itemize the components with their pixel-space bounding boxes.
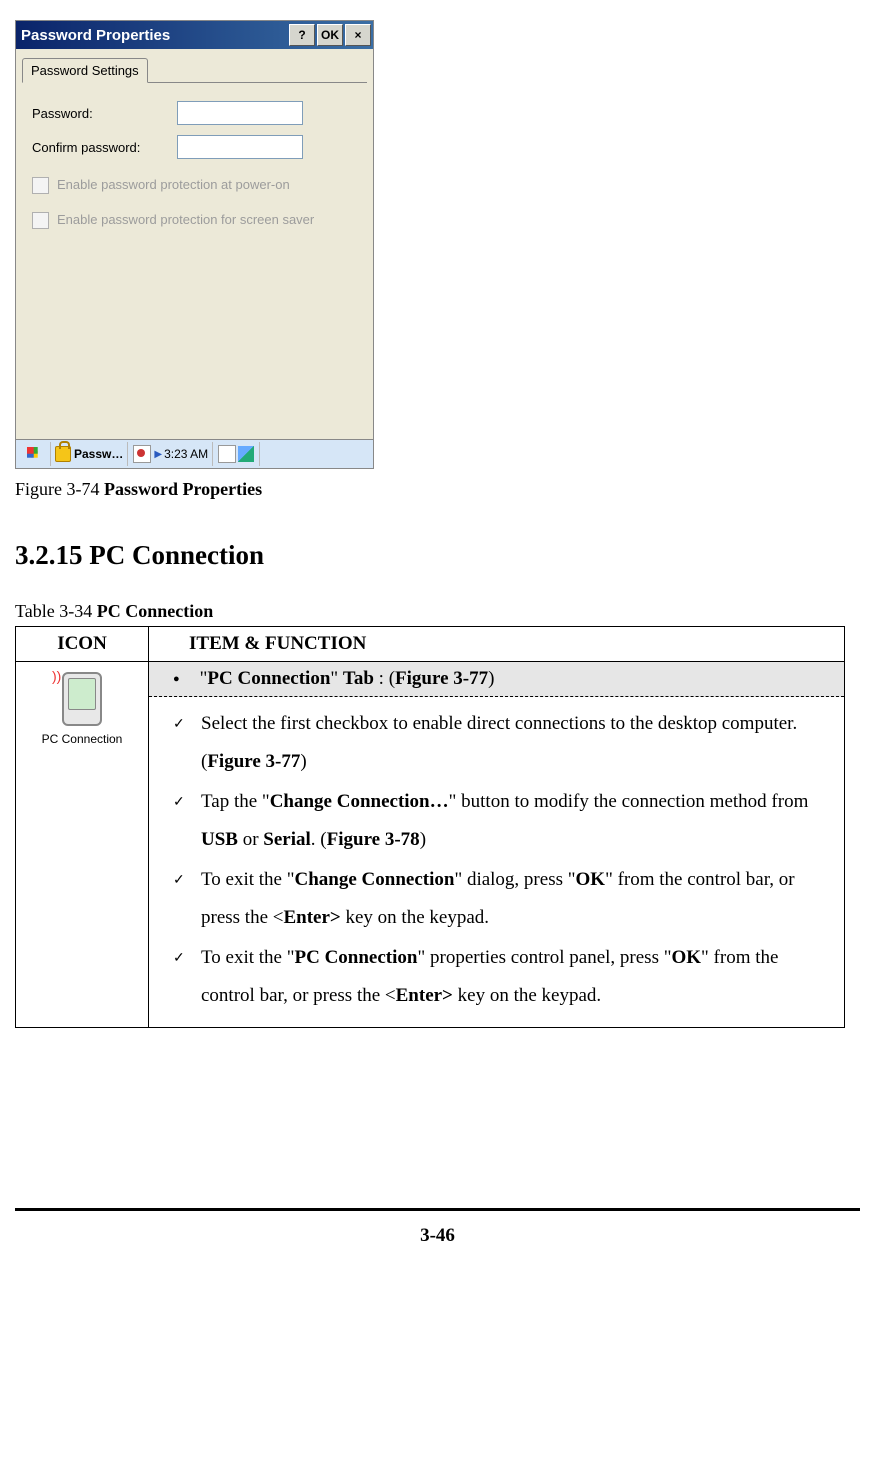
start-button[interactable] [18, 442, 51, 466]
list-item-text: Select the first checkbox to enable dire… [201, 705, 828, 781]
figure-caption-title: Password Properties [104, 479, 262, 499]
check-mark-icon: ✓ [173, 783, 201, 859]
icon-label: PC Connection [17, 732, 147, 746]
tab-password-settings[interactable]: Password Settings [22, 58, 148, 83]
taskbar-clock: 3:23 AM [164, 447, 208, 461]
tray-icon-3 [238, 446, 254, 462]
list-item-text: To exit the "Change Connection" dialog, … [201, 861, 828, 937]
tray-icon-1 [133, 445, 151, 463]
ok-button[interactable]: OK [317, 24, 343, 46]
function-list: ✓Select the first checkbox to enable dir… [149, 697, 844, 1027]
confirm-password-input[interactable] [177, 135, 303, 159]
password-input[interactable] [177, 101, 303, 125]
check-mark-icon: ✓ [173, 705, 201, 781]
check-mark-icon: ✓ [173, 939, 201, 1015]
list-item: ✓To exit the "Change Connection" dialog,… [173, 861, 828, 937]
pda-icon: )) [62, 672, 102, 726]
help-button[interactable]: ? [289, 24, 315, 46]
poweron-checkbox-label: Enable password protection at power-on [57, 177, 290, 192]
lock-icon [55, 446, 71, 462]
list-item: ✓Tap the "Change Connection…" button to … [173, 783, 828, 859]
list-item-text: To exit the "PC Connection" properties c… [201, 939, 828, 1015]
table-caption-title: PC Connection [97, 601, 214, 621]
windows-flag-icon [25, 445, 43, 463]
section-heading: 3.2.15 PC Connection [15, 540, 860, 571]
table-caption-prefix: Table 3-34 [15, 601, 97, 621]
taskbar: Passw… ▶ 3:23 AM [16, 439, 373, 468]
signal-icon: )) [52, 668, 61, 684]
dialog-title: Password Properties [21, 27, 287, 44]
pc-connection-table: ICON ITEM & FUNCTION )) PC Connection ●"… [15, 626, 845, 1028]
dialog-body: Password Settings Password: Confirm pass… [16, 49, 373, 439]
taskbar-app-button[interactable]: Passw… [51, 442, 128, 466]
password-label: Password: [32, 106, 177, 121]
function-cell: ●"PC Connection" Tab : (Figure 3-77) ✓Se… [149, 662, 845, 1028]
list-item: ✓To exit the "PC Connection" properties … [173, 939, 828, 1015]
tray[interactable]: ▶ 3:23 AM [128, 442, 213, 466]
page-number: 3-46 [15, 1208, 860, 1247]
screensaver-checkbox-label: Enable password protection for screen sa… [57, 212, 314, 227]
figure-caption: Figure 3-74 Password Properties [15, 479, 860, 500]
screensaver-checkbox[interactable] [32, 212, 49, 229]
list-item-text: Tap the "Change Connection…" button to m… [201, 783, 828, 859]
close-button[interactable]: × [345, 24, 371, 46]
tab-header-row: ●"PC Connection" Tab : (Figure 3-77) [149, 662, 844, 697]
tray-icon-2 [218, 445, 236, 463]
list-item: ✓Select the first checkbox to enable dir… [173, 705, 828, 781]
table-caption: Table 3-34 PC Connection [15, 601, 860, 622]
icon-cell: )) PC Connection [16, 662, 149, 1028]
table-header-function: ITEM & FUNCTION [149, 627, 845, 662]
tray-extra[interactable] [213, 442, 260, 466]
check-mark-icon: ✓ [173, 861, 201, 937]
dialog-titlebar: Password Properties ? OK × [16, 21, 373, 49]
bullet-icon: ● [173, 673, 180, 685]
table-header-icon: ICON [16, 627, 149, 662]
tray-arrow-icon: ▶ [154, 449, 162, 460]
taskbar-app-label: Passw… [74, 447, 123, 461]
password-properties-dialog: Password Properties ? OK × Password Sett… [15, 20, 374, 469]
confirm-password-label: Confirm password: [32, 140, 177, 155]
poweron-checkbox[interactable] [32, 177, 49, 194]
figure-caption-prefix: Figure 3-74 [15, 479, 104, 499]
